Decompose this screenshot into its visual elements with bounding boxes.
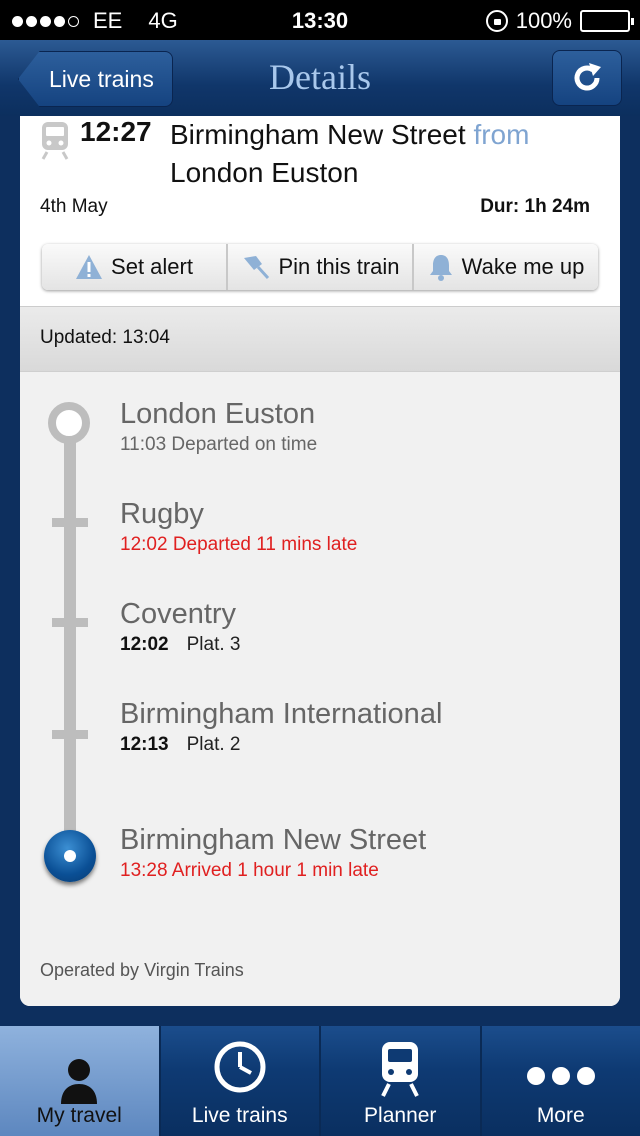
pin-train-button[interactable]: Pin this train: [228, 244, 414, 290]
journey-duration: Dur: 1h 24m: [480, 196, 590, 217]
action-buttons: Set alert Pin this train Wake me up: [42, 244, 598, 290]
tab-more[interactable]: More: [479, 1026, 640, 1136]
set-alert-button[interactable]: Set alert: [42, 244, 228, 290]
train-header: 12:27 Birmingham New Street from London …: [20, 116, 620, 306]
clock-icon: [214, 1041, 266, 1093]
stop-item[interactable]: Birmingham International 12:13 Plat. 2: [120, 696, 600, 756]
departure-time: 12:27: [80, 116, 152, 147]
origin-node-icon: [48, 402, 90, 444]
more-dots-icon: [526, 1067, 595, 1085]
tab-my-travel[interactable]: My travel: [0, 1026, 159, 1136]
operator-text: Operated by Virgin Trains: [40, 960, 244, 980]
stop-time: 12:13: [120, 734, 169, 755]
train-icon: [41, 122, 69, 160]
battery-percent: 100%: [515, 8, 572, 33]
route-line: [64, 422, 76, 862]
route-timeline: London Euston 11:03 Departed on time Rug…: [20, 372, 620, 1006]
tab-bar: My travel Live trains Planner More: [0, 1026, 640, 1136]
train-route-title: Birmingham New Street from London Euston: [170, 116, 610, 192]
warning-icon: [76, 255, 103, 279]
stop-tick: [52, 730, 88, 739]
from-word: from: [473, 119, 530, 150]
destination-name: Birmingham New Street: [170, 119, 466, 150]
stop-item[interactable]: Coventry 12:02 Plat. 3: [120, 596, 600, 656]
stop-platform: Plat. 3: [186, 634, 241, 655]
stop-platform: Plat. 2: [186, 734, 241, 755]
rotation-lock-icon: [485, 10, 508, 32]
nav-bar: Live trains Details: [0, 40, 640, 116]
stop-item[interactable]: Birmingham New Street 13:28 Arrived 1 ho…: [120, 822, 600, 882]
refresh-button[interactable]: [552, 50, 622, 106]
train-icon: [381, 1042, 420, 1097]
status-bar: EE 4G 13:30 100%: [0, 0, 640, 40]
updated-time: Updated: 13:04: [20, 306, 620, 372]
stop-tick: [52, 518, 88, 527]
person-icon: [61, 1059, 98, 1104]
travel-date: 4th May: [40, 196, 108, 217]
battery-icon: [580, 10, 634, 32]
tab-planner[interactable]: Planner: [319, 1026, 480, 1136]
stop-item[interactable]: London Euston 11:03 Departed on time: [120, 396, 600, 456]
stop-tick: [52, 618, 88, 627]
refresh-icon: [574, 63, 601, 91]
stop-time: 12:02: [120, 634, 169, 655]
bell-icon: [429, 255, 452, 281]
wake-me-up-button[interactable]: Wake me up: [414, 244, 598, 290]
destination-node-icon: [44, 830, 96, 882]
pin-icon: [244, 256, 270, 280]
tab-live-trains[interactable]: Live trains: [158, 1026, 320, 1136]
stop-item[interactable]: Rugby 12:02 Departed 11 mins late: [120, 496, 600, 556]
train-details-card: 12:27 Birmingham New Street from London …: [20, 116, 620, 1006]
origin-name: London Euston: [170, 157, 359, 188]
page-title: Details: [269, 57, 371, 97]
